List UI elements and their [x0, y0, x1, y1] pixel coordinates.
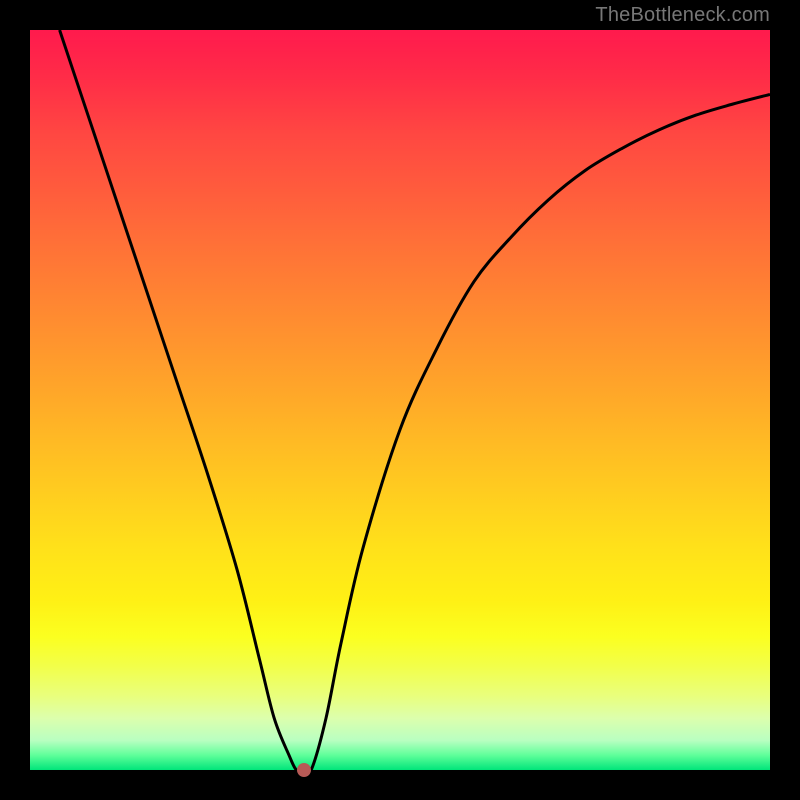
bottleneck-curve: [60, 30, 770, 770]
optimum-marker: [297, 763, 311, 777]
watermark-text: TheBottleneck.com: [595, 4, 770, 27]
plot-area: [30, 30, 770, 770]
chart-frame: TheBottleneck.com: [0, 0, 800, 800]
curve-svg: [30, 30, 770, 770]
